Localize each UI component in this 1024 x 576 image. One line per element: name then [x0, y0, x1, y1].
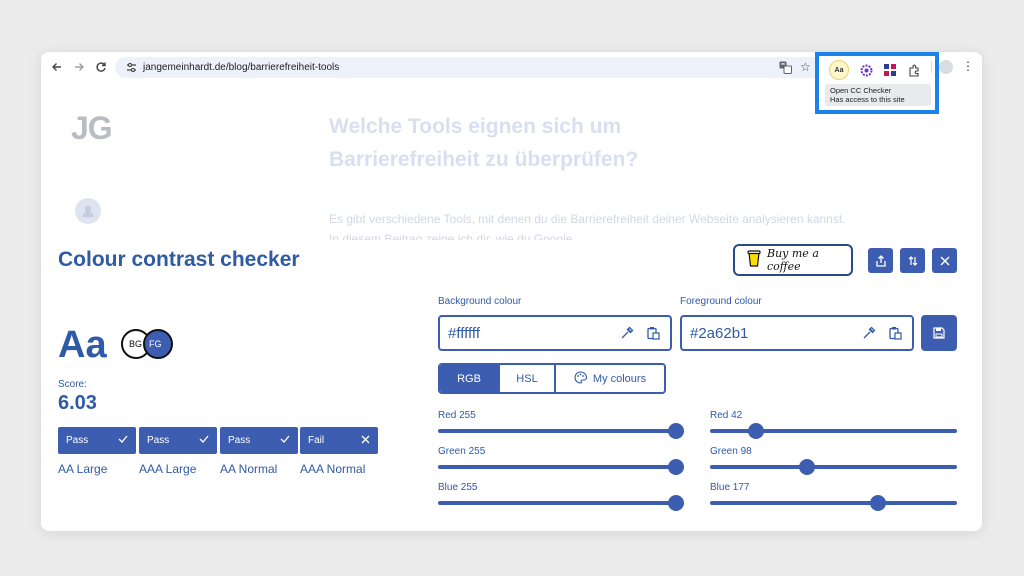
buy-me-a-coffee-button[interactable]: Buy me a coffee — [733, 244, 853, 276]
tab-rgb[interactable]: RGB — [440, 365, 498, 392]
toolbar-separator — [931, 61, 932, 73]
browser-window: jangemeinhardt.de/blog/barrierefreiheit-… — [41, 52, 982, 531]
share-icon — [875, 254, 886, 267]
tab-label: My colours — [592, 372, 647, 385]
result-level-label: AAA Normal — [300, 462, 366, 476]
eyedropper-icon[interactable] — [862, 326, 876, 344]
tab-label: HSL — [516, 372, 538, 385]
fg-blue-slider-track[interactable] — [710, 501, 957, 505]
result-status: Pass — [228, 435, 251, 446]
swap-icon — [908, 255, 917, 266]
gear-flower-extension-icon[interactable] — [857, 61, 875, 79]
fg-red-slider-thumb[interactable] — [748, 423, 765, 439]
bg-blue-slider-thumb[interactable] — [668, 495, 684, 511]
palette-icon — [574, 370, 587, 387]
eyedropper-icon[interactable] — [620, 326, 634, 344]
close-button[interactable] — [932, 248, 957, 273]
grid-extension-icon[interactable] — [881, 61, 899, 79]
check-icon — [199, 435, 209, 446]
reload-icon[interactable] — [93, 59, 109, 75]
profile-avatar[interactable] — [939, 60, 953, 74]
coffee-label: Buy me a coffee — [767, 247, 819, 273]
kebab-menu-icon[interactable]: ⋮ — [962, 59, 974, 73]
hero-title-line-2: Barrierefreiheit zu überprüfen? — [329, 148, 639, 171]
paste-clipboard-icon[interactable] — [646, 326, 660, 344]
swap-button[interactable] — [900, 248, 925, 273]
result-badge-aaa-normal: Fail — [300, 427, 378, 454]
fg-green-slider-thumb[interactable] — [798, 459, 815, 475]
bg-green-label: Green 255 — [438, 446, 486, 457]
fg-blue-label: Blue 177 — [710, 482, 750, 493]
result-level-label: AA Normal — [220, 462, 278, 476]
background-colour-value: #ffffff — [448, 324, 480, 342]
colour-mode-tabs: RGB HSL My colours — [438, 363, 666, 394]
bg-blue-slider-track[interactable] — [438, 501, 684, 505]
hero-title-line-1: Welche Tools eignen sich um — [329, 115, 622, 138]
user-icon — [75, 198, 101, 224]
result-badge-aa-normal: Pass — [220, 427, 298, 454]
fg-green-label: Green 98 — [710, 446, 752, 457]
close-icon — [940, 256, 949, 265]
hero-title: Welche Tools eignen sich um Barrierefrei… — [329, 110, 749, 176]
bg-green-slider-thumb[interactable] — [668, 459, 684, 475]
save-icon — [933, 327, 945, 339]
check-icon — [280, 435, 290, 446]
fg-red-slider-track[interactable] — [710, 429, 957, 433]
fg-circle: FG — [143, 329, 173, 359]
tab-hsl[interactable]: HSL — [498, 365, 554, 392]
bg-red-label: Red 255 — [438, 410, 476, 421]
address-bar[interactable]: jangemeinhardt.de/blog/barrierefreiheit-… — [115, 57, 865, 78]
back-icon[interactable] — [49, 59, 65, 75]
result-level-label: AAA Large — [139, 462, 197, 476]
result-status: Fail — [308, 435, 325, 446]
tab-label: RGB — [457, 372, 481, 385]
browser-toolbar: jangemeinhardt.de/blog/barrierefreiheit-… — [41, 52, 982, 114]
paste-clipboard-icon[interactable] — [888, 326, 902, 344]
background-colour-label: Background colour — [438, 296, 522, 307]
save-colour-button[interactable] — [921, 315, 957, 351]
background-webpage: JG Welche Tools eignen sich um Barrieref… — [41, 82, 982, 240]
bg-red-slider-thumb[interactable] — [668, 423, 684, 439]
result-status: Pass — [66, 435, 89, 446]
result-badge-aaa-large: Pass — [139, 427, 217, 454]
forward-icon[interactable] — [71, 59, 87, 75]
foreground-colour-input[interactable]: #2a62b1 — [680, 315, 914, 351]
preview-text: Aa — [58, 324, 107, 366]
site-logo: JG — [71, 110, 113, 146]
check-icon — [118, 435, 128, 446]
bg-green-slider-track[interactable] — [438, 465, 684, 469]
fg-badge-text: FG — [149, 339, 162, 349]
translate-icon[interactable] — [779, 61, 792, 79]
ext-badge-text: Aa — [834, 66, 844, 74]
result-badge-aa-large: Pass — [58, 427, 136, 454]
coffee-cup-icon — [747, 249, 761, 272]
bookmark-star-icon[interactable]: ☆ — [800, 60, 811, 74]
score-label: Score: — [58, 379, 87, 390]
tab-my-colours[interactable]: My colours — [554, 365, 664, 392]
site-settings-icon[interactable] — [125, 62, 137, 74]
cc-checker-extension-icon[interactable]: Aa — [829, 60, 849, 80]
panel-title: Colour contrast checker — [58, 248, 300, 271]
result-level-label: AA Large — [58, 462, 108, 476]
bg-red-slider-track[interactable] — [438, 429, 684, 433]
fg-red-label: Red 42 — [710, 410, 743, 421]
puzzle-extensions-icon[interactable] — [905, 61, 923, 79]
url-text: jangemeinhardt.de/blog/barrierefreiheit-… — [143, 62, 340, 73]
share-button[interactable] — [868, 248, 893, 273]
result-status: Pass — [147, 435, 170, 446]
cross-icon — [361, 435, 370, 447]
bg-badge-text: BG — [129, 339, 143, 349]
fg-green-slider-track[interactable] — [710, 465, 957, 469]
contrast-checker-panel: Colour contrast checker Buy me a coffee … — [41, 240, 982, 531]
background-colour-input[interactable]: #ffffff — [438, 315, 672, 351]
hero-paragraph: Es gibt verschiedene Tools, mit denen du… — [329, 212, 846, 240]
score-value: 6.03 — [58, 392, 97, 414]
bg-blue-label: Blue 255 — [438, 482, 478, 493]
bg-fg-indicator: BG FG — [121, 329, 173, 359]
foreground-colour-value: #2a62b1 — [690, 324, 749, 342]
foreground-colour-label: Foreground colour — [680, 296, 762, 307]
fg-blue-slider-thumb[interactable] — [870, 495, 887, 511]
